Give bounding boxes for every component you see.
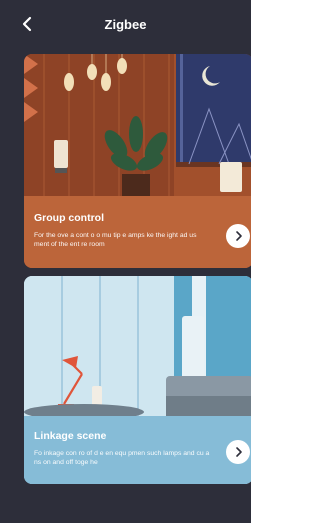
screen-edge [251,0,253,523]
card-text: Linkage scene Fo inkage con ro of d e en… [34,430,213,467]
chevron-right-icon [236,231,242,241]
header: Zigbee [0,0,251,48]
bottom-bar [0,501,251,523]
group-control-card[interactable]: Group control For the ove a cont o o mu … [24,54,251,268]
chevron-right-icon [236,447,242,457]
group-control-open-button[interactable] [226,224,250,248]
card-title: Group control [34,212,104,224]
page-title: Zigbee [104,17,147,32]
linkage-scene-open-button[interactable] [226,440,250,464]
card-description: For the ove a cont o o mu tip e amps ke … [34,232,197,248]
card-description: Fo inkage con ro of d e en equ pmen such… [34,450,210,466]
card-text: Group control For the ove a cont o o mu … [34,212,213,249]
card-title: Linkage scene [34,430,107,442]
zigbee-screen: Zigbee Group control For the ove a cont … [0,0,251,523]
linkage-scene-card[interactable]: Linkage scene Fo inkage con ro of d e en… [24,276,251,484]
